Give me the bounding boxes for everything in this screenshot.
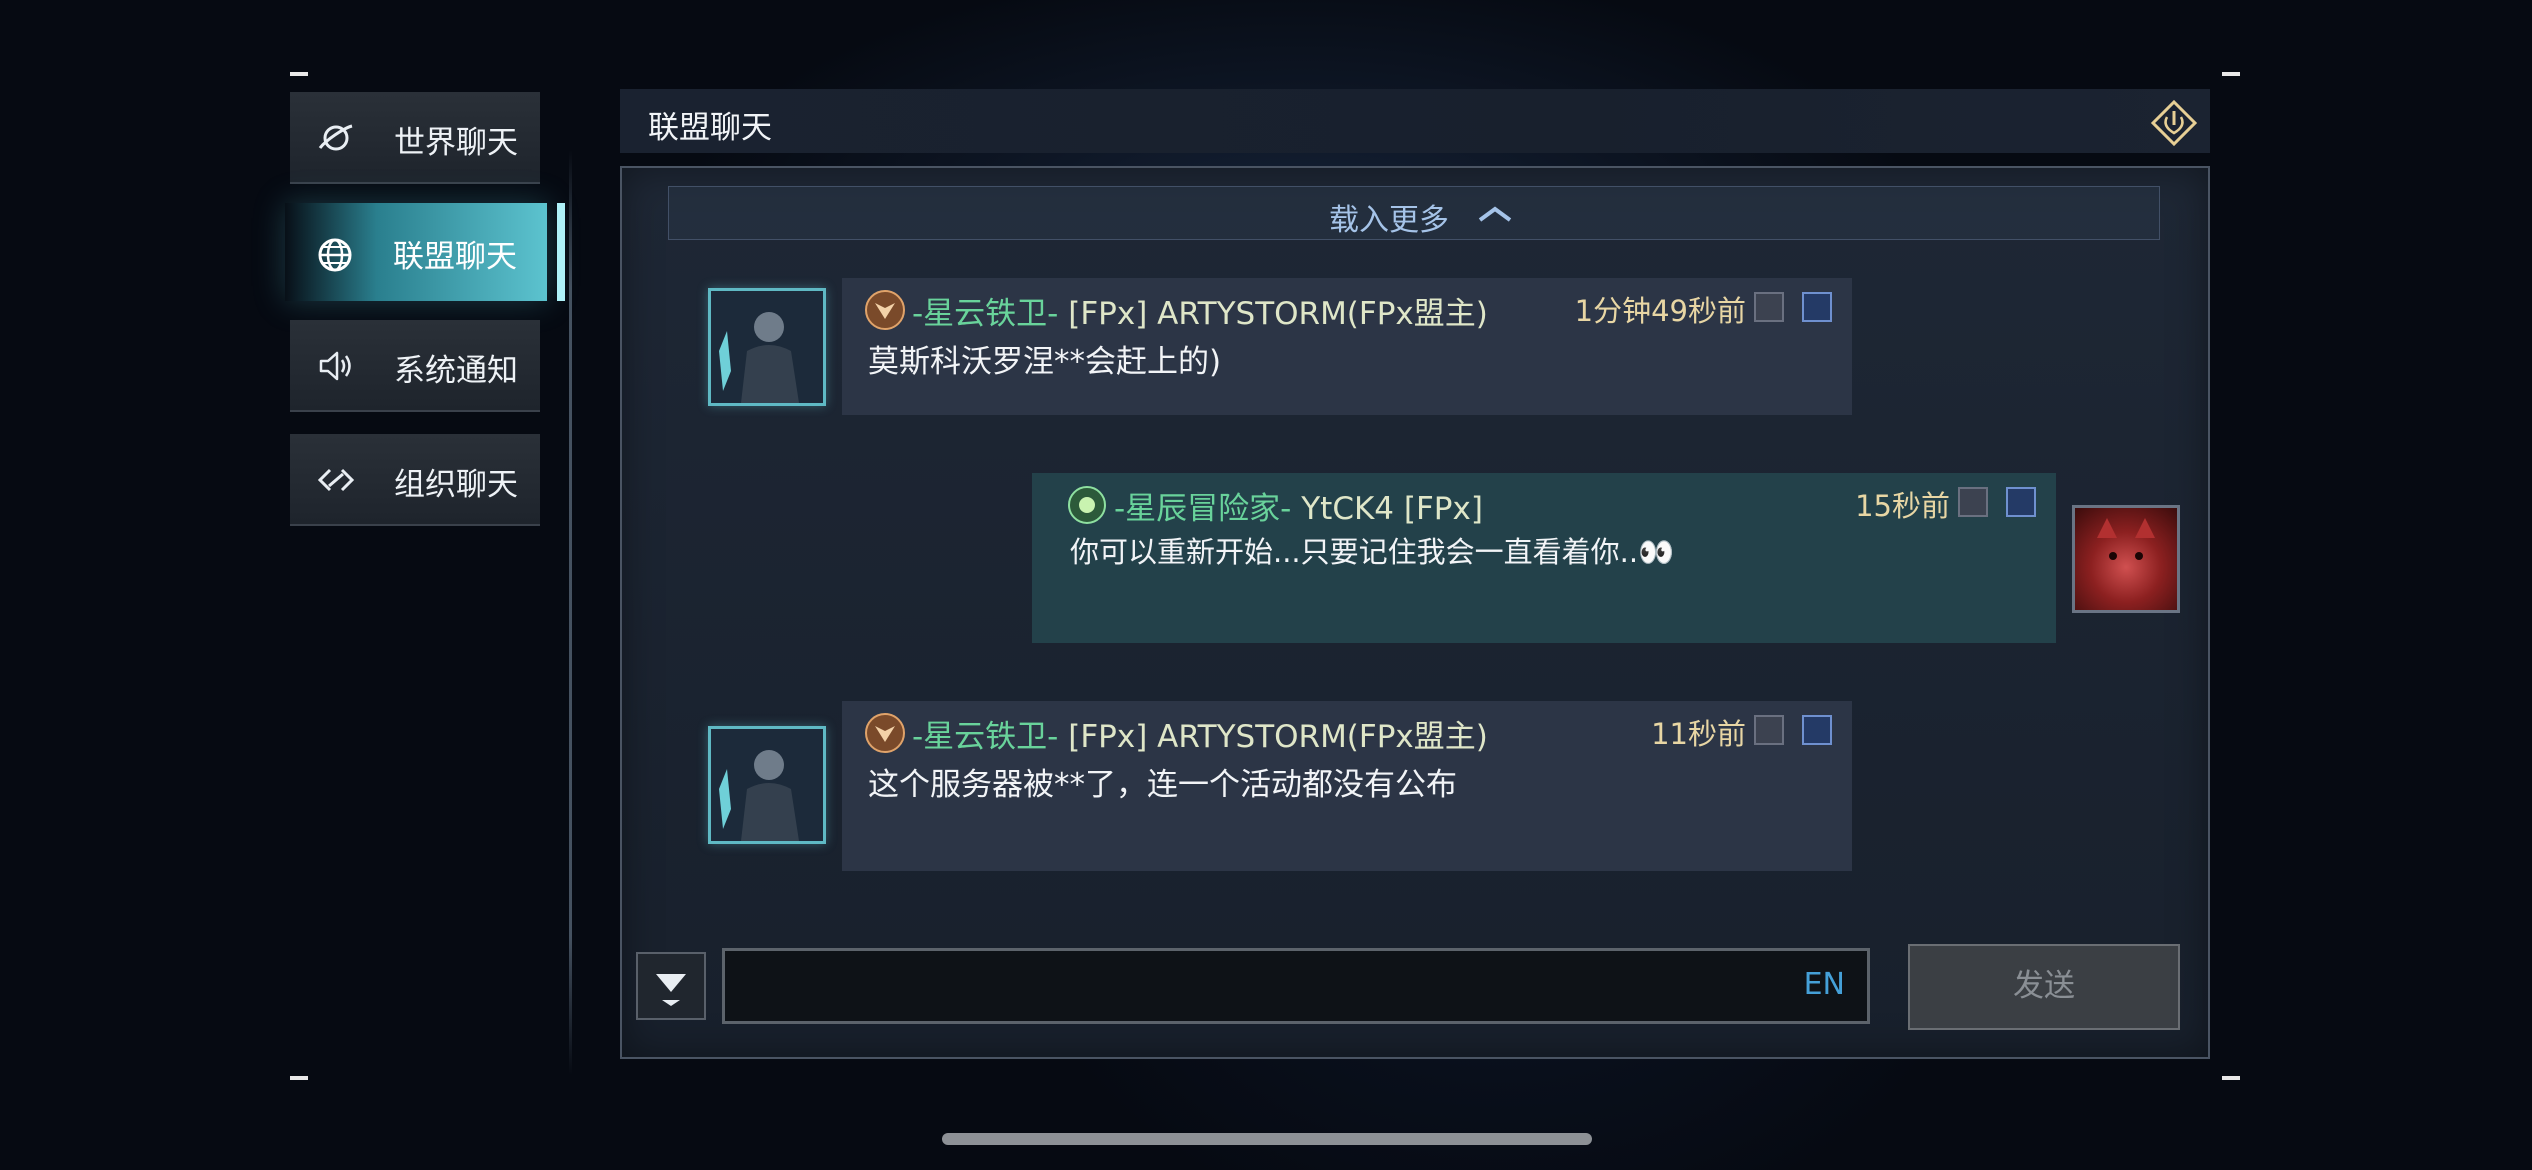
chevron-down-icon [656,974,686,1006]
language-toggle[interactable]: EN [1804,967,1845,1002]
send-button[interactable]: 发送 [1908,944,2180,1030]
message-text: 莫斯科沃罗涅**会赶上的) [868,344,1222,380]
report-button[interactable] [1802,715,1832,745]
chevron-up-icon [1478,206,1512,222]
chat-message[interactable]: -星辰冒险家- YtCK4 [FPx] 15秒前 你可以重新开始...只要记住我… [1032,473,2056,643]
translate-button[interactable] [1958,487,1988,517]
rank-badge-icon [865,290,905,330]
report-button[interactable] [2006,487,2036,517]
message-time: 11秒前 [1651,717,1746,751]
message-time: 15秒前 [1855,489,1950,523]
translate-button[interactable] [1754,715,1784,745]
message-time: 1分钟49秒前 [1574,294,1746,328]
exit-icon[interactable] [2150,99,2198,147]
rank-badge-icon [1068,486,1106,524]
speaker-icon [319,351,351,381]
translate-button[interactable] [1754,292,1784,322]
tab-org-chat[interactable]: 组织聊天 [290,434,540,526]
player-portrait-icon [711,729,823,841]
message-input[interactable]: EN [722,948,1870,1024]
player-name[interactable]: YtCK4 [FPx] [1301,491,1483,527]
tab-label: 系统通知 [394,353,518,389]
corner-mark [290,72,308,76]
load-more-label: 载入更多 [1329,203,1449,238]
avatar[interactable] [708,726,826,844]
load-more-button[interactable]: 载入更多 [668,186,2160,240]
player-name[interactable]: [FPx] ARTYSTORM(FPx盟主) [1068,719,1488,755]
tab-label: 世界聊天 [394,125,518,161]
player-title: -星云铁卫- [912,719,1059,755]
page-title: 联盟聊天 [648,110,772,146]
chat-screen: 世界聊天 联盟聊天 系统通知 组织聊天 联盟聊天 载入更多 -星云铁卫- [FP… [0,0,2532,1170]
tab-label: 联盟聊天 [393,239,517,275]
player-title: -星云铁卫- [912,296,1059,332]
corner-mark [2222,72,2240,76]
corner-mark [2222,1076,2240,1080]
player-portrait-icon [711,291,823,403]
player-name[interactable]: [FPx] ARTYSTORM(FPx盟主) [1068,296,1488,332]
rank-badge-icon [865,713,905,753]
cat-portrait-icon [2097,518,2155,560]
chat-message[interactable]: -星云铁卫- [FPx] ARTYSTORM(FPx盟主) 11秒前 这个服务器… [842,701,1852,871]
tab-label: 组织聊天 [394,467,518,503]
home-indicator[interactable] [942,1133,1592,1145]
tab-alliance-chat[interactable]: 联盟聊天 [285,203,565,301]
link-icon [317,468,355,492]
message-text: 你可以重新开始...只要记住我会一直看着你..👀 [1070,535,1675,569]
header-bar: 联盟聊天 [620,89,2210,153]
emoji-toggle-button[interactable] [636,952,706,1020]
planet-icon [318,124,353,151]
tab-world-chat[interactable]: 世界聊天 [290,92,540,184]
avatar[interactable] [2072,505,2180,613]
globe-icon [318,238,352,272]
sidebar-divider [569,150,572,1075]
player-title: -星辰冒险家- [1114,491,1292,527]
report-button[interactable] [1802,292,1832,322]
corner-mark [290,1076,308,1080]
chat-message[interactable]: -星云铁卫- [FPx] ARTYSTORM(FPx盟主) 1分钟49秒前 莫斯… [842,278,1852,415]
message-text: 这个服务器被**了，连一个活动都没有公布 [868,767,1457,803]
tab-system-notice[interactable]: 系统通知 [290,320,540,412]
avatar[interactable] [708,288,826,406]
